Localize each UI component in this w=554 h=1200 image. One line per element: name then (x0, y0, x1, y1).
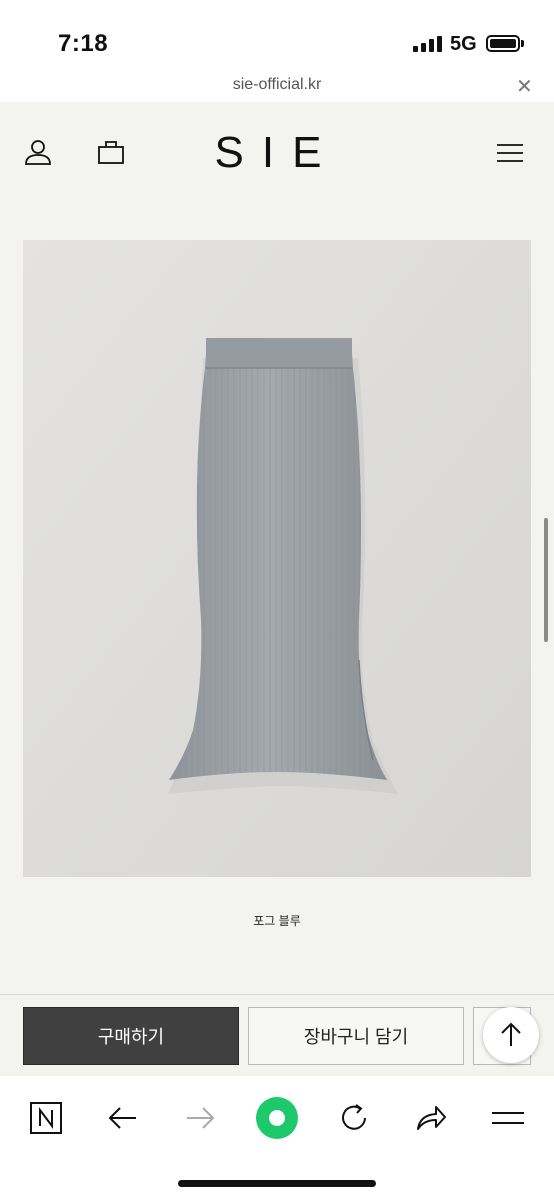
url-bar[interactable]: sie-official.kr ✕ (0, 72, 554, 102)
close-icon[interactable]: ✕ (516, 74, 533, 99)
url-domain[interactable]: sie-official.kr (0, 76, 554, 94)
site-logo[interactable]: SIE (0, 128, 554, 178)
buy-button[interactable]: 구매하기 (23, 1007, 239, 1065)
site-header: SIE (0, 102, 554, 212)
product-image[interactable] (23, 240, 531, 877)
status-bar: 7:18 5G (0, 0, 554, 72)
battery-icon (486, 35, 520, 52)
network-label: 5G (450, 33, 477, 55)
battery-cap (521, 40, 524, 47)
share-icon[interactable] (409, 1096, 453, 1140)
green-circle-icon[interactable] (255, 1096, 299, 1140)
signal-icon (413, 36, 443, 52)
purchase-action-bar: 구매하기 장바구니 담기 (0, 994, 554, 1077)
product-color-label: 포그 블루 (253, 914, 301, 928)
forward-arrow-icon[interactable] (178, 1096, 222, 1140)
menu-icon[interactable] (497, 142, 523, 164)
menu-lines-icon[interactable] (486, 1096, 530, 1140)
skirt-illustration (23, 240, 531, 877)
scrollbar[interactable] (544, 518, 548, 642)
naver-n-icon[interactable] (24, 1096, 68, 1140)
home-indicator (178, 1180, 376, 1187)
refresh-icon[interactable] (332, 1096, 376, 1140)
add-to-cart-button[interactable]: 장바구니 담기 (248, 1007, 464, 1065)
back-arrow-icon[interactable] (101, 1096, 145, 1140)
status-time: 7:18 (58, 30, 109, 57)
scroll-to-top-button[interactable] (483, 1007, 539, 1063)
arrow-up-icon (501, 1022, 521, 1046)
